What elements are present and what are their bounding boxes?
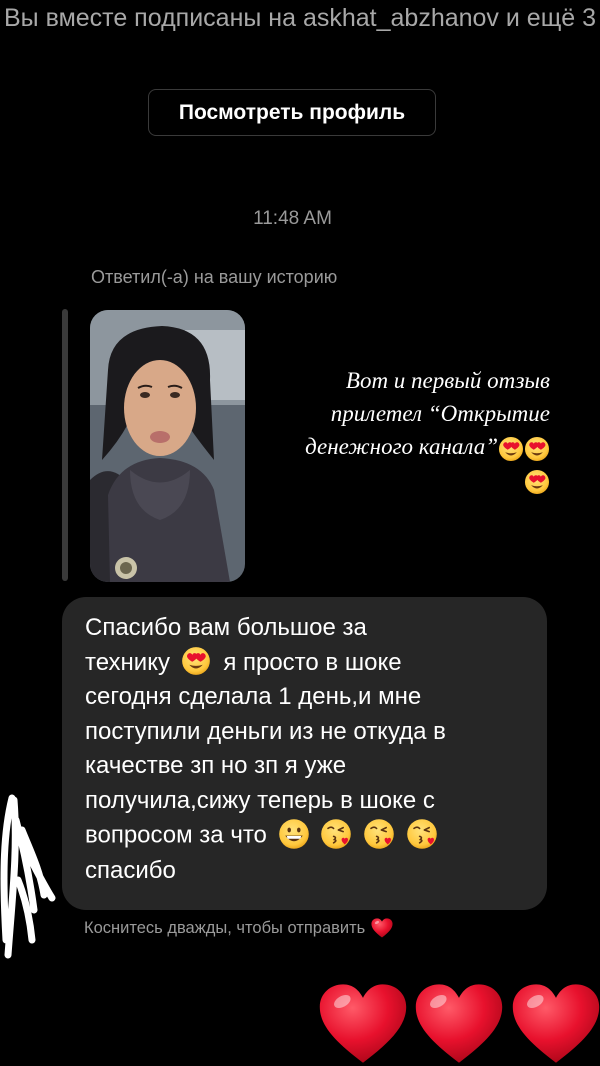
message-line: получила,сижу теперь в шоке с — [85, 786, 435, 814]
heart-icon — [318, 983, 408, 1065]
heart-icon — [511, 983, 600, 1065]
heart-icon — [414, 983, 504, 1065]
story-reply-indicator-bar — [62, 309, 68, 581]
story-caption-line-1: Вот и первый отзыв — [345, 368, 550, 393]
message-line: вопросом за что — [85, 818, 527, 854]
message-timestamp: 11:48 AM — [253, 208, 332, 229]
message-bubble[interactable]: Спасибо вам большое за технику я просто … — [62, 597, 547, 910]
heart-eyes-emoji — [181, 646, 211, 676]
story-caption: Вот и первый отзыв прилетел “Открытие де… — [262, 364, 550, 496]
message-line: спасибо — [85, 857, 176, 885]
message-line: сегодня сделала 1 день,и мне — [85, 683, 422, 711]
kissing-heart-emoji — [320, 818, 352, 850]
story-caption-line-3-wrap: денежного канала” — [262, 430, 550, 463]
view-profile-button[interactable]: Посмотреть профиль — [148, 89, 436, 136]
scribble-doodle — [0, 794, 56, 959]
kissing-heart-emoji — [363, 818, 395, 850]
heart-eyes-emoji — [498, 436, 524, 462]
message-text: вопросом за что — [85, 821, 267, 849]
double-tap-hint-text: Коснитесь дважды, чтобы отправить — [84, 918, 366, 937]
replied-to-story-label: Ответил(-а) на вашу историю — [91, 267, 338, 287]
story-photo — [90, 310, 245, 582]
story-caption-line-4 — [262, 463, 550, 496]
mutual-followers-notice: Вы вместе подписаны на askhat_abzhanov и… — [3, 4, 597, 32]
double-tap-to-send-hint[interactable]: Коснитесь дважды, чтобы отправить — [84, 917, 393, 939]
kissing-heart-emoji — [406, 818, 438, 850]
story-thumbnail[interactable] — [90, 310, 245, 582]
message-line: Спасибо вам большое за — [85, 614, 367, 641]
message-text: я просто в шоке — [223, 648, 402, 676]
heart-icon[interactable] — [371, 917, 393, 939]
message-line: качестве зп но зп я уже — [85, 752, 347, 780]
grinning-emoji — [278, 818, 310, 850]
story-caption-line-3: денежного канала” — [305, 434, 498, 459]
heart-eyes-emoji — [524, 469, 550, 495]
message-line: технику я просто в шоке — [85, 646, 527, 681]
story-caption-line-2: прилетел “Открытие — [330, 401, 550, 426]
message-line: поступили деньги из не откуда в — [85, 717, 446, 745]
message-text: технику — [85, 648, 170, 676]
heart-eyes-emoji — [524, 436, 550, 462]
